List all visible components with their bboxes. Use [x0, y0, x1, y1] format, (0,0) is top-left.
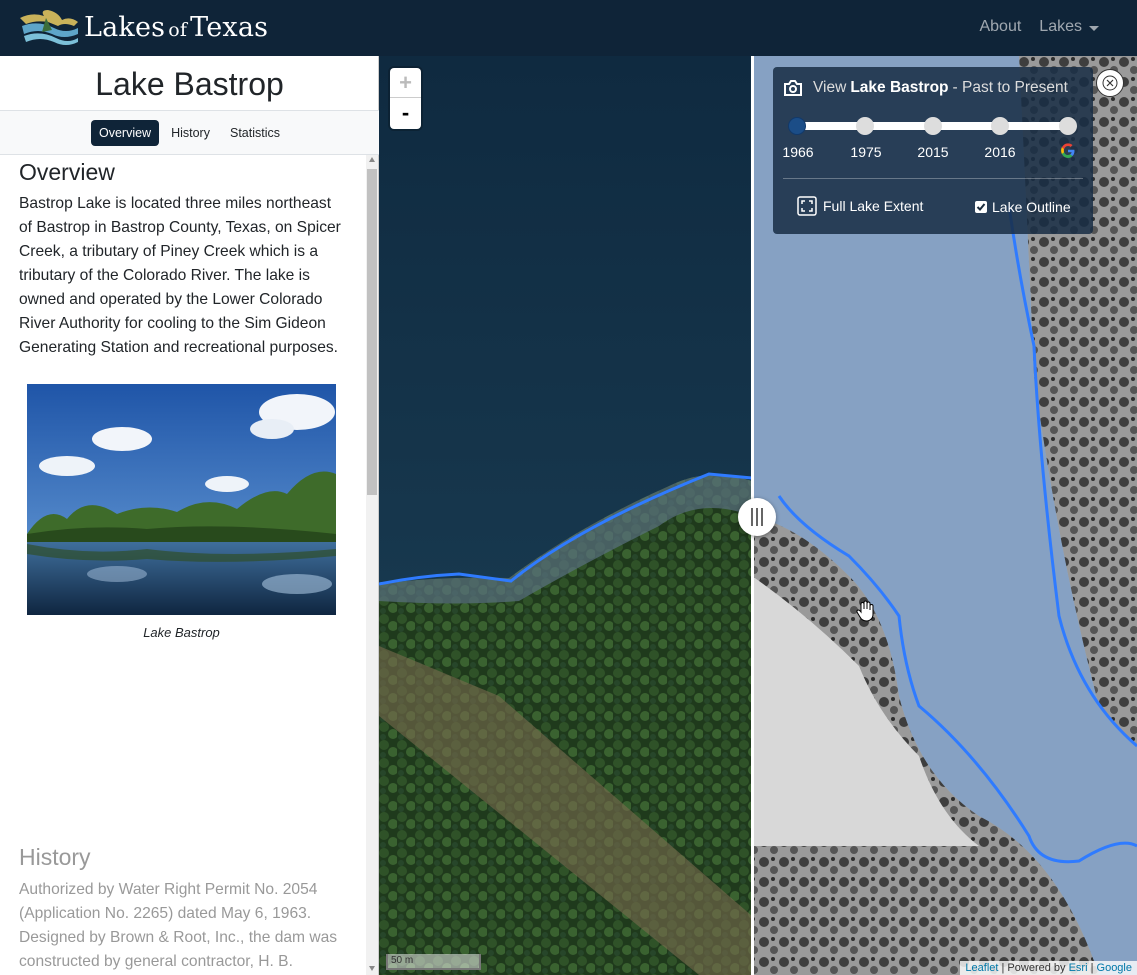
- overview-heading: Overview: [19, 159, 115, 185]
- scale-bar: 50 m: [386, 954, 481, 970]
- year-knob-google[interactable]: [1059, 117, 1077, 135]
- lake-photo: [27, 384, 336, 615]
- history-text: Authorized by Water Right Permit No. 205…: [19, 881, 338, 970]
- overview-text: Bastrop Lake is located three miles nort…: [19, 195, 341, 356]
- expand-icon: [797, 196, 817, 216]
- page-title: Lake Bastrop: [95, 66, 284, 102]
- timeline-heading: View Lake Bastrop - Past to Present: [783, 79, 1068, 97]
- scroll-down-arrow-icon[interactable]: [369, 966, 375, 971]
- tabs-bar: Overview History Statistics: [0, 110, 379, 155]
- year-label[interactable]: 2015: [913, 144, 953, 160]
- timeline-panel: View Lake Bastrop - Past to Present 1966…: [773, 67, 1093, 234]
- year-knob-1975[interactable]: [856, 117, 874, 135]
- lake-outline-toggle[interactable]: Lake Outline: [975, 199, 1071, 215]
- tab-overview[interactable]: Overview: [90, 119, 160, 146]
- close-icon[interactable]: [1096, 69, 1124, 97]
- navbar: Lakes of Texas About Lakes: [0, 0, 1137, 56]
- brand-link[interactable]: Lakes of Texas: [18, 8, 268, 46]
- leaflet-link[interactable]: Leaflet: [965, 962, 998, 974]
- camera-icon: [784, 80, 802, 96]
- google-link[interactable]: Google: [1097, 962, 1132, 974]
- caret-down-icon: [1089, 25, 1099, 31]
- tab-statistics[interactable]: Statistics: [222, 120, 288, 146]
- full-extent-button[interactable]: Full Lake Extent: [797, 196, 923, 216]
- sidebar-content[interactable]: Overview Bastrop Lake is located three m…: [0, 155, 366, 975]
- sidebar: Lake Bastrop Overview History Statistics…: [0, 56, 379, 975]
- scroll-thumb[interactable]: [367, 169, 377, 495]
- history-heading: History: [19, 844, 91, 870]
- photo-caption: Lake Bastrop: [143, 625, 220, 640]
- map-view[interactable]: + - View Lake Bastrop - Past to Present …: [379, 56, 1137, 975]
- sidebar-scrollbar[interactable]: [366, 155, 378, 975]
- swipe-handle[interactable]: [738, 498, 776, 536]
- esri-link[interactable]: Esri: [1069, 962, 1088, 974]
- year-knob-1966[interactable]: [788, 117, 806, 135]
- year-knob-2015[interactable]: [924, 117, 942, 135]
- tab-history[interactable]: History: [163, 120, 218, 146]
- year-label[interactable]: 1966: [778, 144, 818, 160]
- scroll-up-arrow-icon[interactable]: [369, 157, 375, 162]
- grab-hand-cursor-icon: [856, 600, 874, 622]
- zoom-control: + -: [390, 68, 421, 129]
- nav-lakes-dropdown[interactable]: Lakes: [1039, 18, 1099, 36]
- nav-about-link[interactable]: About: [979, 18, 1021, 36]
- google-icon[interactable]: [1060, 143, 1076, 159]
- zoom-out-button[interactable]: -: [390, 98, 421, 128]
- year-label[interactable]: 2016: [980, 144, 1020, 160]
- checkbox-checked-icon[interactable]: [975, 201, 987, 213]
- map-attribution: Leaflet | Powered by Esri | Google: [960, 961, 1137, 975]
- panel-divider: [783, 178, 1083, 179]
- year-label[interactable]: 1975: [846, 144, 886, 160]
- zoom-in-button[interactable]: +: [390, 68, 421, 98]
- lakes-logo-icon: [20, 10, 78, 45]
- brand-title: Lakes of Texas: [84, 11, 269, 43]
- year-knob-2016[interactable]: [991, 117, 1009, 135]
